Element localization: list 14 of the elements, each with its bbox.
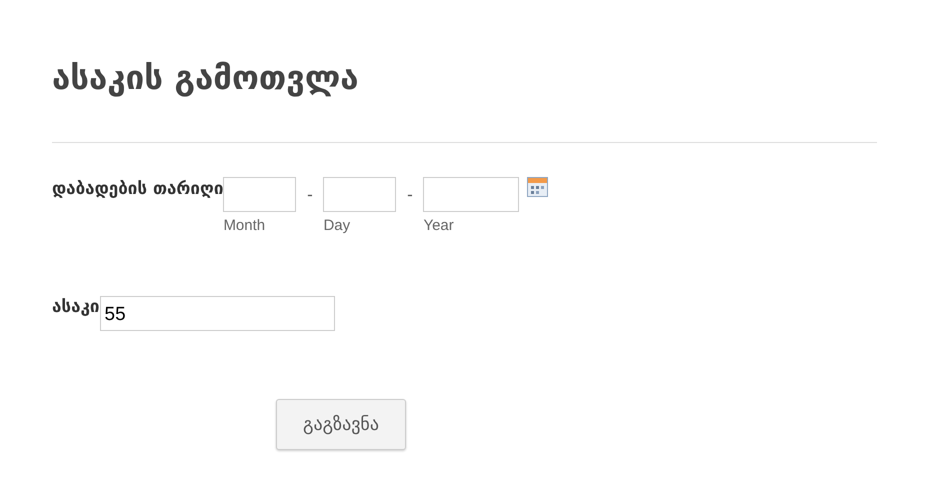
separator: -: [406, 184, 414, 205]
sublabel: Month: [223, 217, 266, 234]
form-title: ასაკის გამოთვლა: [52, 58, 360, 99]
submit-button[interactable]: გაგზავნა: [276, 399, 406, 450]
separator: -: [306, 184, 314, 205]
sublabel: Day: [323, 217, 352, 234]
date-input[interactable]: [323, 177, 396, 212]
sublabel: Year: [423, 217, 455, 234]
calendar-icon[interactable]: [527, 177, 548, 197]
field-label: ასაკი: [52, 296, 100, 317]
field-label: დაბადების თარიღი: [52, 178, 224, 199]
age-input[interactable]: 55: [100, 296, 335, 331]
date-input[interactable]: [223, 177, 296, 212]
date-input[interactable]: [423, 177, 520, 212]
